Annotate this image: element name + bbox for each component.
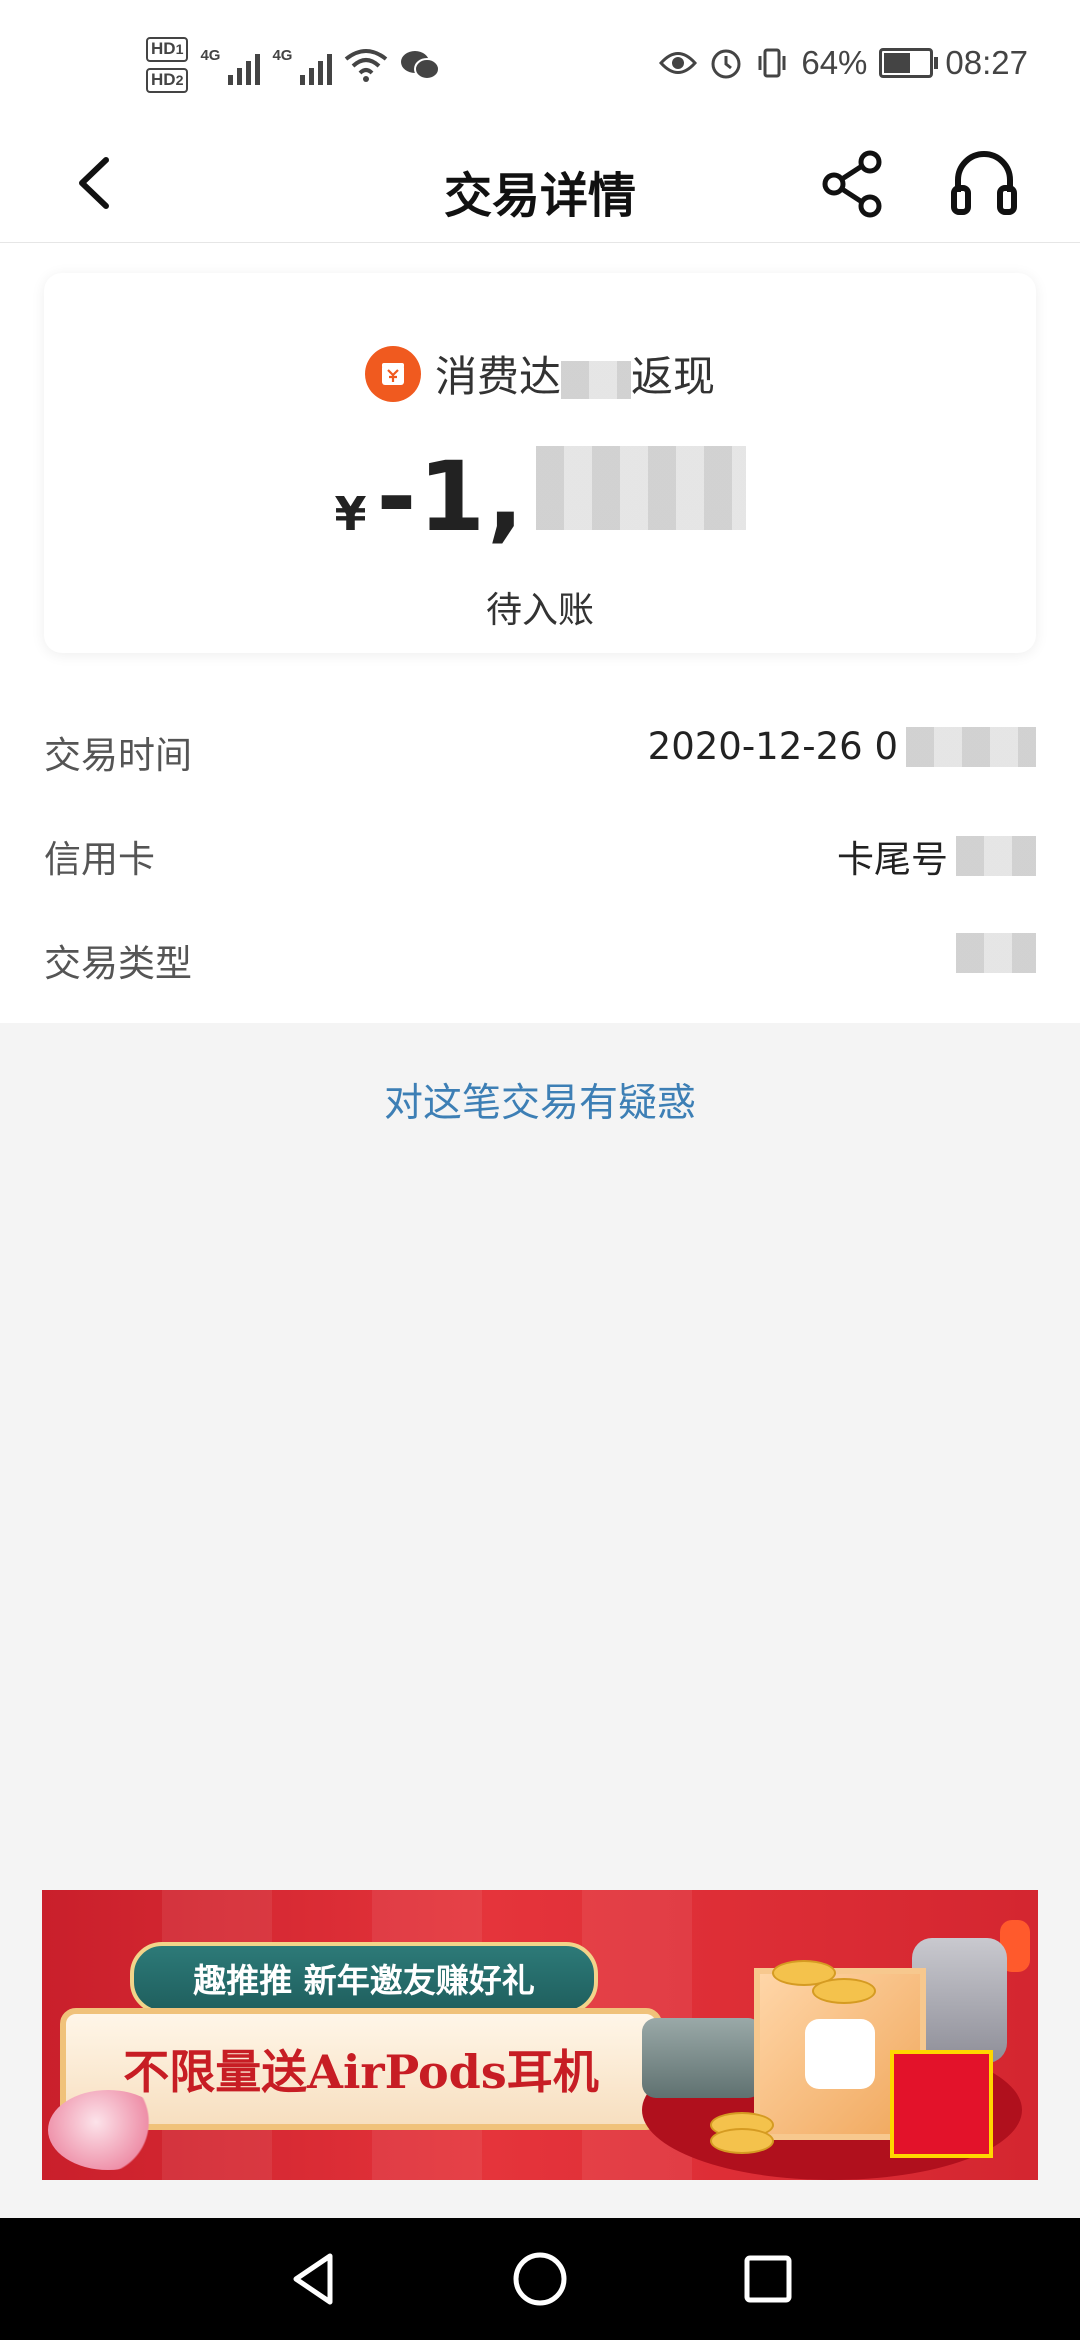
detail-label: 交易时间: [44, 734, 192, 777]
status-left-indicators: HD1 HD2 4G 4G: [146, 30, 441, 100]
amount-value: -1,: [376, 441, 526, 553]
clock: 08:27: [945, 44, 1028, 81]
detail-value: [948, 933, 1036, 973]
signal-icon-2: 4G: [272, 45, 333, 85]
transaction-detail-section: 消费达 返现 ¥ -1, 待入账 交易时间 2020-12-26 0 信用卡 卡尾…: [0, 243, 1080, 1023]
backpack-image: [912, 1938, 1007, 2063]
system-home-icon[interactable]: [505, 2218, 575, 2340]
customer-service-icon[interactable]: [948, 144, 1020, 222]
status-bar: HD1 HD2 4G 4G 64% 08:27: [0, 0, 1080, 130]
page-title: 交易详情: [443, 168, 636, 224]
gift-box-image: [890, 2050, 993, 2158]
detail-label: 信用卡: [44, 838, 155, 881]
hd-indicator-1: HD1: [146, 37, 189, 62]
redacted-amount: [535, 446, 746, 530]
merchant-name: 消费达 返现: [434, 352, 716, 401]
cloud-decoration: [48, 2090, 168, 2170]
amount-row: ¥ -1,: [44, 441, 1036, 553]
coin-decoration: [710, 2128, 774, 2154]
hd-indicators: HD1 HD2: [146, 37, 189, 93]
vibrate-icon: [758, 48, 786, 78]
coin-decoration: [812, 1978, 876, 2004]
redacted-text: [561, 360, 631, 399]
alarm-icon: [711, 49, 741, 79]
eye-icon: [659, 52, 698, 74]
redacted-text: [956, 933, 1036, 973]
transaction-status: 待入账: [485, 590, 594, 631]
detail-row-time: 交易时间 2020-12-26 0: [0, 695, 1080, 799]
status-right-indicators: 64% 08:27: [659, 44, 1028, 82]
wechat-icon: [401, 51, 441, 80]
detail-label: 交易类型: [44, 942, 192, 985]
redacted-text: [956, 836, 1036, 876]
transaction-doubt-link[interactable]: 对这笔交易有疑惑: [0, 1072, 1080, 1128]
detail-list: 交易时间 2020-12-26 0 信用卡 卡尾号 交易类型: [0, 695, 1080, 1007]
yen-bag-icon: [364, 345, 421, 402]
promo-banner[interactable]: 趣推推 新年邀友赚好礼 不限量送AirPods耳机: [42, 1890, 1038, 2180]
system-navigation-bar: [0, 2218, 1080, 2340]
share-icon[interactable]: [818, 144, 888, 222]
system-recents-icon[interactable]: [733, 2218, 803, 2340]
wifi-icon: [345, 49, 388, 82]
detail-row-card: 信用卡 卡尾号: [0, 799, 1080, 903]
currency-symbol: ¥: [334, 487, 367, 541]
battery-icon: [879, 48, 939, 78]
banner-headline: 趣推推 新年邀友赚好礼: [130, 1942, 598, 2014]
detail-row-type: 交易类型: [0, 903, 1080, 1007]
detail-value: 2020-12-26 0: [648, 725, 1036, 768]
detail-value: 卡尾号: [837, 829, 1036, 883]
header-bar: 交易详情: [0, 130, 1080, 243]
redacted-text: [906, 726, 1036, 767]
hotpot-image: [642, 2018, 762, 2098]
system-back-icon[interactable]: [278, 2218, 348, 2340]
signal-icon-1: 4G: [200, 45, 261, 85]
battery-percent: 64%: [801, 44, 868, 81]
summary-card: 消费达 返现 ¥ -1, 待入账: [44, 273, 1036, 653]
hd-indicator-2: HD2: [146, 68, 189, 93]
merchant-row: 消费达 返现: [44, 343, 1036, 404]
